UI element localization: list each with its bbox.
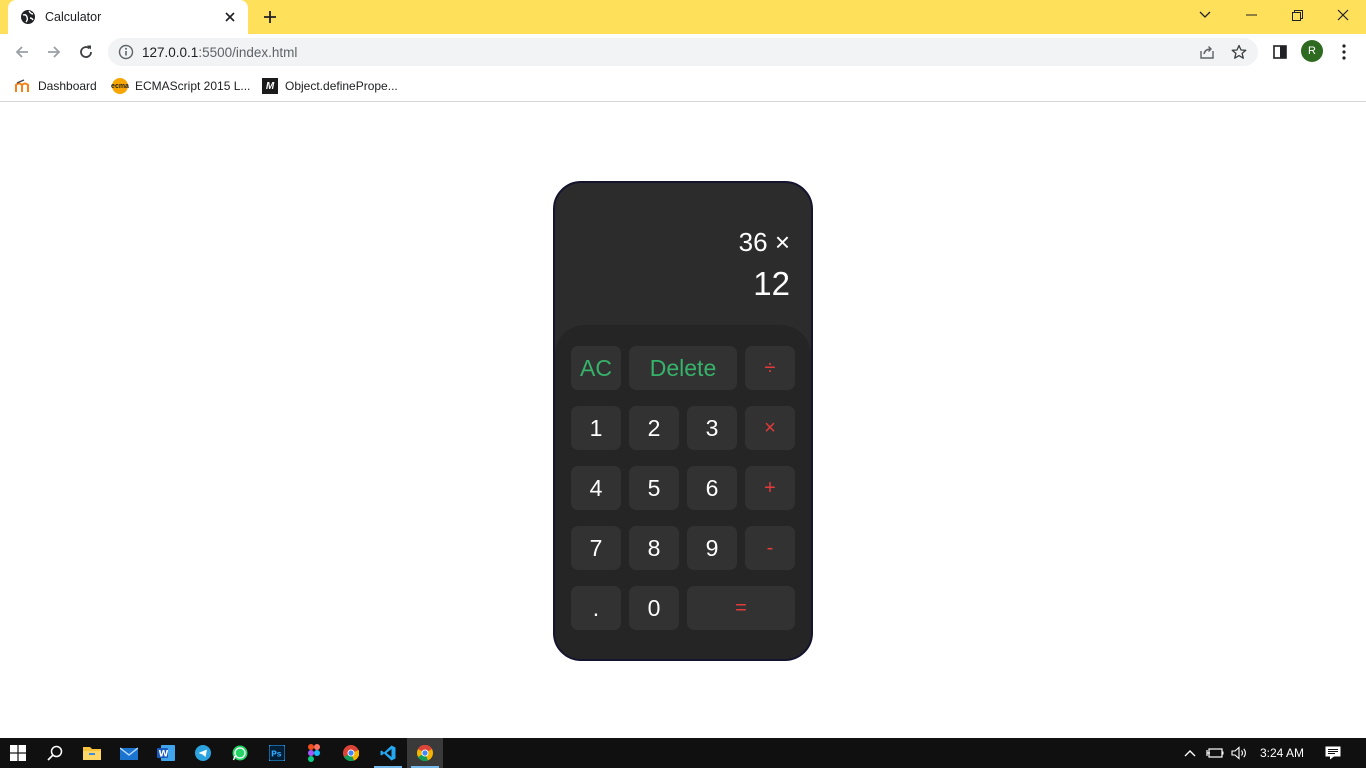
decimal-point-button[interactable]: . [571,586,621,630]
vscode-icon[interactable] [370,738,406,768]
side-panel-icon[interactable] [1270,42,1290,62]
mdn-icon: M [262,78,278,94]
tab-search-icon[interactable] [1182,0,1228,30]
back-icon[interactable] [9,40,35,64]
taskbar-clock[interactable]: 3:24 AM [1255,738,1309,768]
close-window-icon[interactable] [1320,0,1366,30]
bookmark-label: Dashboard [38,79,97,93]
chrome-icon[interactable] [333,738,369,768]
whatsapp-icon[interactable] [222,738,258,768]
share-icon[interactable] [1198,43,1216,61]
previous-operand: 36 × [738,227,790,257]
svg-text:Ps: Ps [271,750,282,759]
digit-6-button[interactable]: 6 [687,466,737,510]
minimize-icon[interactable] [1228,0,1274,30]
forward-icon[interactable] [41,40,67,64]
all-clear-button[interactable]: AC [571,346,621,390]
bookmark-star-icon[interactable] [1230,43,1248,61]
digit-1-button[interactable]: 1 [571,406,621,450]
url-text: 127.0.0.1:5500/index.html [142,45,297,60]
close-tab-icon[interactable] [222,9,238,25]
minus-button[interactable]: - [745,526,795,570]
volume-icon[interactable] [1226,738,1254,768]
windows-start-icon[interactable] [0,738,36,768]
equals-button[interactable]: = [687,586,795,630]
chrome-active-icon[interactable] [407,738,443,768]
url-path: :5500/index.html [198,45,298,60]
new-tab-icon[interactable] [258,6,282,28]
browser-toolbar: 127.0.0.1:5500/index.html [0,34,1366,70]
url-host: 127.0.0.1 [142,45,199,60]
search-icon[interactable] [37,738,73,768]
digit-3-button[interactable]: 3 [687,406,737,450]
tab-calculator[interactable]: Calculator [8,0,248,34]
plus-button[interactable]: + [745,466,795,510]
file-explorer-icon[interactable] [74,738,110,768]
tab-title: Calculator [45,10,102,24]
photoshop-icon[interactable]: Ps [259,738,295,768]
site-info-icon[interactable] [118,44,134,60]
ecma-icon: ecma [111,78,129,94]
bookmarks-bar: Dashboard ecma ECMAScript 2015 L... M Ob… [0,70,1366,102]
browser-titlebar: Calculator [0,0,1366,34]
restore-icon[interactable] [1274,0,1320,30]
calculator: 36 × 12 AC Delete ÷ 1 2 3 × 4 5 6 + 7 8 … [553,181,813,661]
keypad: AC Delete ÷ 1 2 3 × 4 5 6 + 7 8 9 - . 0 … [555,325,811,659]
multiply-button[interactable]: × [745,406,795,450]
digit-7-button[interactable]: 7 [571,526,621,570]
digit-9-button[interactable]: 9 [687,526,737,570]
bookmark-ecmascript[interactable]: ecma ECMAScript 2015 L... [111,77,251,95]
digit-4-button[interactable]: 4 [571,466,621,510]
delete-button[interactable]: Delete [629,346,737,390]
digit-0-button[interactable]: 0 [629,586,679,630]
reload-icon[interactable] [73,40,99,64]
calculator-display: 36 × 12 [555,183,811,325]
digit-2-button[interactable]: 2 [629,406,679,450]
menu-kebab-icon[interactable] [1334,42,1354,62]
windows-taskbar: W Ps 3:24 AM [0,738,1366,768]
digit-5-button[interactable]: 5 [629,466,679,510]
bookmark-label: ECMAScript 2015 L... [135,79,251,93]
globe-icon [20,9,36,25]
moodle-icon [15,78,31,94]
mail-icon[interactable] [111,738,147,768]
bookmark-dashboard[interactable]: Dashboard [15,77,97,95]
svg-text:W: W [159,750,169,760]
battery-icon[interactable] [1202,738,1228,768]
telegram-icon[interactable] [185,738,221,768]
digit-8-button[interactable]: 8 [629,526,679,570]
figma-icon[interactable] [296,738,332,768]
bookmark-label: Object.definePrope... [285,79,398,93]
bookmark-object-define-property[interactable]: M Object.definePrope... [262,77,398,95]
address-bar[interactable]: 127.0.0.1:5500/index.html [108,38,1258,66]
word-icon[interactable]: W [148,738,184,768]
notifications-icon[interactable] [1315,738,1351,768]
divide-button[interactable]: ÷ [745,346,795,390]
current-operand: 12 [753,265,790,302]
profile-avatar[interactable]: R [1301,40,1323,62]
